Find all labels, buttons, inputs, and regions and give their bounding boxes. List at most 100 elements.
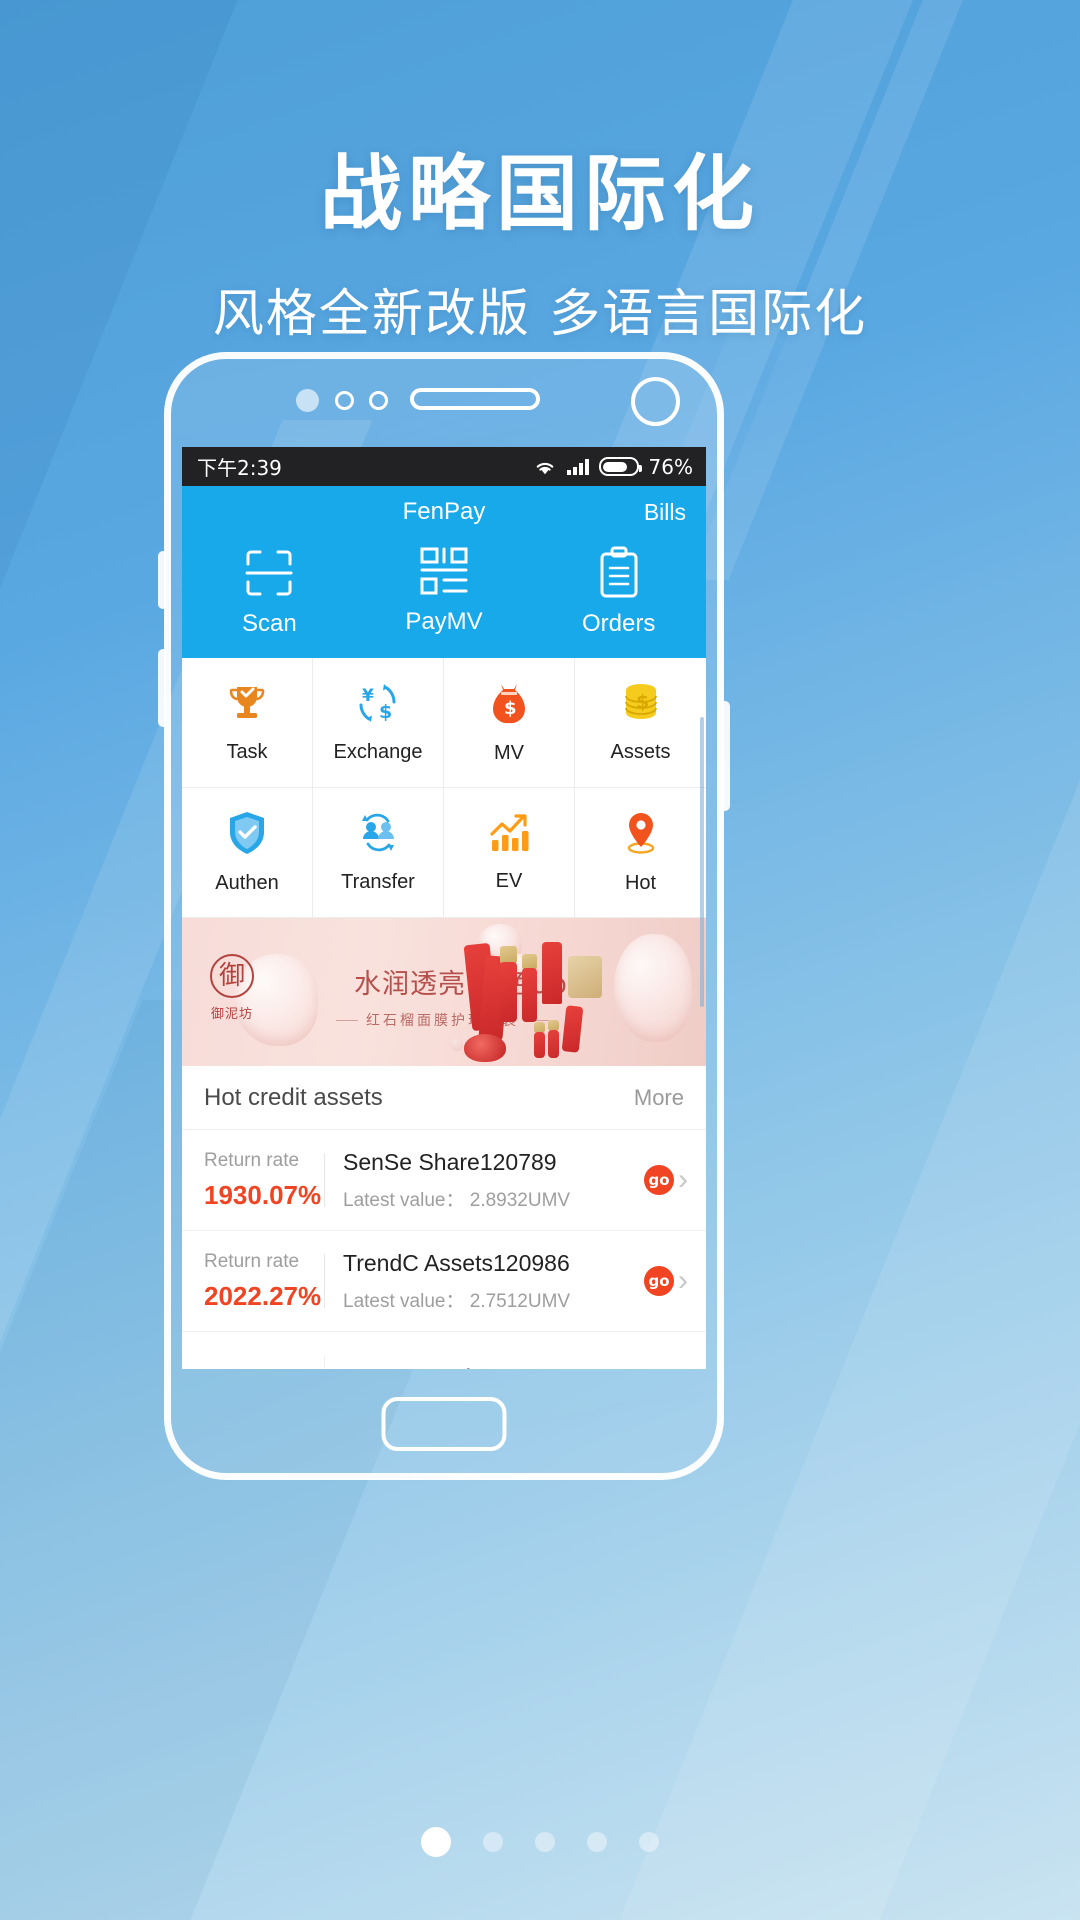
phone-volume-down-button[interactable] xyxy=(158,649,166,727)
grid-item-hot[interactable]: Hot xyxy=(575,788,706,918)
table-row[interactable]: Return rate ComSenz Share121033 xyxy=(182,1332,706,1369)
promo-banner[interactable]: 御 御泥坊 水润透亮 气色up 红石榴面膜护理套装 xyxy=(182,918,706,1066)
earpiece-speaker xyxy=(410,388,540,410)
clipboard-icon xyxy=(600,546,638,598)
svg-text:$: $ xyxy=(379,701,392,723)
product-image xyxy=(522,968,537,1022)
return-rate-label: Return rate xyxy=(204,1149,300,1171)
table-row[interactable]: Return rate 2022.27% TrendC Assets120986… xyxy=(182,1231,706,1332)
grid-item-task[interactable]: Task xyxy=(182,658,313,788)
location-pin-icon xyxy=(627,813,654,854)
quick-action-label: Orders xyxy=(582,610,656,637)
signal-bars-icon xyxy=(567,458,589,475)
phone-screen: 下午2:39 76% FenPay Bills Scan PayMV Order… xyxy=(182,447,706,1369)
grid-item-assets[interactable]: $ Assets xyxy=(575,658,706,788)
pagination-dot[interactable] xyxy=(639,1832,659,1852)
row-action[interactable]: go › xyxy=(644,1165,688,1195)
grid-item-mv[interactable]: $ MV xyxy=(444,658,575,788)
pagination-dot[interactable] xyxy=(587,1832,607,1852)
pagination-dot[interactable] xyxy=(483,1832,503,1852)
status-bar: 下午2:39 76% xyxy=(182,447,706,486)
app-title: FenPay xyxy=(402,498,486,525)
product-image xyxy=(542,942,562,1004)
money-bag-icon: $ xyxy=(492,684,526,724)
phone-volume-up-button[interactable] xyxy=(158,551,166,609)
asset-info-cell: ComSenz Share121033 xyxy=(343,1364,688,1369)
hero-section: 战略国际化 风格全新改版 多语言国际化 xyxy=(0,0,1080,346)
return-rate-value: 1930.07% xyxy=(204,1179,322,1210)
svg-text:¥: ¥ xyxy=(362,686,374,706)
table-row[interactable]: Return rate 1930.07% SenSe Share120789 L… xyxy=(182,1130,706,1231)
page-title: 战略国际化 xyxy=(319,147,760,242)
row-divider xyxy=(324,1254,325,1308)
quick-action-orders[interactable]: Orders xyxy=(531,546,706,638)
chevron-right-icon: › xyxy=(678,1264,688,1297)
return-rate-value: 2022.27% xyxy=(204,1280,322,1311)
product-image xyxy=(548,1030,559,1058)
header-bar: FenPay Bills xyxy=(182,486,706,538)
row-divider xyxy=(324,1153,325,1207)
grid-item-label: Authen xyxy=(215,872,279,894)
pagination-dot[interactable] xyxy=(421,1827,451,1857)
section-title: Hot credit assets xyxy=(204,1083,383,1111)
home-button[interactable] xyxy=(381,1397,507,1451)
grid-item-exchange[interactable]: ¥ $ Exchange xyxy=(313,658,444,788)
pomegranate-decoration xyxy=(464,1034,506,1062)
grid-item-authen[interactable]: Authen xyxy=(182,788,313,918)
return-rate-cell: Return rate 1930.07% xyxy=(204,1150,322,1211)
feature-grid: Task ¥ $ Exchange $ MV $ Assets Authen T… xyxy=(182,658,706,918)
product-image xyxy=(561,1005,584,1053)
qr-code-icon xyxy=(420,547,468,595)
row-action[interactable]: go › xyxy=(644,1266,688,1296)
status-indicators: 76% xyxy=(533,455,693,479)
grid-item-label: Hot xyxy=(624,872,657,894)
brand-name: 御泥坊 xyxy=(210,1006,253,1021)
grid-item-label: EV xyxy=(495,870,523,892)
bills-link[interactable]: Bills xyxy=(644,499,686,526)
status-time: 下午2:39 xyxy=(197,456,282,480)
grid-item-label: Assets xyxy=(610,741,671,763)
battery-percent: 76% xyxy=(648,454,693,479)
return-rate-label: Return rate xyxy=(204,1367,322,1369)
grid-item-label: Exchange xyxy=(333,741,423,763)
quick-action-label: PayMV xyxy=(405,608,483,635)
latest-value-label: Latest value： xyxy=(343,1189,465,1211)
grid-item-label: Transfer xyxy=(341,871,415,893)
quick-action-scan[interactable]: Scan xyxy=(182,546,357,638)
wifi-icon xyxy=(536,462,554,474)
quick-action-paymv[interactable]: PayMV xyxy=(357,546,532,638)
phone-top-bezel xyxy=(171,359,717,447)
more-link[interactable]: More xyxy=(634,1085,684,1111)
section-header: Hot credit assets More xyxy=(182,1066,706,1130)
grid-item-label: Task xyxy=(226,741,268,763)
go-badge[interactable]: go xyxy=(644,1165,674,1195)
bar-chart-trend-icon xyxy=(490,814,529,851)
grid-item-ev[interactable]: EV xyxy=(444,788,575,918)
quick-actions: Scan PayMV Orders xyxy=(182,538,706,642)
phone-power-button[interactable] xyxy=(722,701,730,811)
return-rate-cell: Return rate xyxy=(204,1367,322,1369)
latest-value-label: Latest value： xyxy=(343,1290,465,1312)
go-badge[interactable]: go xyxy=(644,1266,674,1296)
asset-name: ComSenz Share121033 xyxy=(343,1364,688,1369)
asset-name: TrendC Assets120986 xyxy=(343,1249,570,1276)
asset-name: SenSe Share120789 xyxy=(343,1148,557,1175)
sensor-dot-icon xyxy=(296,389,319,412)
product-image xyxy=(568,956,602,998)
trophy-icon xyxy=(229,687,265,718)
return-rate-label: Return rate xyxy=(204,1250,300,1272)
app-header: FenPay Bills Scan PayMV Orders xyxy=(182,486,706,658)
svg-text:$: $ xyxy=(636,691,649,713)
front-camera-icon xyxy=(631,377,680,426)
pagination-dot[interactable] xyxy=(535,1832,555,1852)
scrollbar[interactable] xyxy=(700,717,704,1007)
phone-mockup: 下午2:39 76% FenPay Bills Scan PayMV Order… xyxy=(158,352,730,1480)
asset-info-cell: TrendC Assets120986 Latest value： 2.7512… xyxy=(343,1250,644,1313)
latest-value-amount: 2.8932UMV xyxy=(469,1189,571,1211)
grid-item-transfer[interactable]: Transfer xyxy=(313,788,444,918)
asset-latest-value: Latest value： 2.7512UMV xyxy=(343,1286,644,1313)
row-divider xyxy=(324,1355,325,1369)
quick-action-label: Scan xyxy=(241,610,297,637)
product-image xyxy=(534,1032,545,1058)
svg-text:$: $ xyxy=(504,698,517,719)
